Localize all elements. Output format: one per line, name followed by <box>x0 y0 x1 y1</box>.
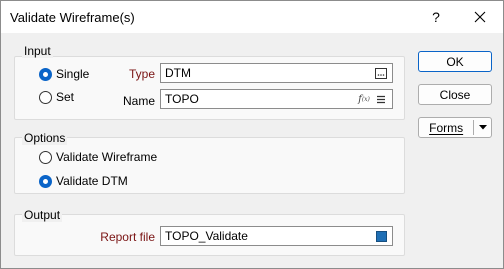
list-icon[interactable] <box>374 93 388 106</box>
chevron-down-icon[interactable] <box>474 125 491 130</box>
ellipsis-icon[interactable] <box>374 67 388 80</box>
set-radio[interactable]: Set <box>39 90 74 104</box>
type-input[interactable]: DTM <box>160 63 393 83</box>
ok-button[interactable]: OK <box>418 51 492 72</box>
name-value: TOPO <box>165 92 199 106</box>
close-icon <box>474 11 486 23</box>
forms-button-label: Forms <box>429 120 464 135</box>
function-icon[interactable]: f (x) <box>357 93 371 106</box>
validate-wireframe-radio-circle[interactable] <box>39 150 52 164</box>
title-bar: Validate Wireframe(s) ? <box>1 1 503 33</box>
close-button[interactable]: Close <box>418 84 492 105</box>
validate-wireframe-label: Validate Wireframe <box>56 150 158 164</box>
type-label: Type <box>128 67 155 81</box>
validate-wireframe-radio[interactable]: Validate Wireframe <box>39 150 157 164</box>
single-radio-label: Single <box>56 67 90 81</box>
help-button[interactable]: ? <box>416 1 456 33</box>
validate-dtm-radio-circle[interactable] <box>39 174 52 188</box>
set-radio-label: Set <box>56 90 75 104</box>
file-square-icon[interactable] <box>374 230 388 243</box>
window-title: Validate Wireframe(s) <box>10 10 135 25</box>
type-value: DTM <box>165 66 191 80</box>
single-radio-circle[interactable] <box>39 67 52 81</box>
set-radio-circle[interactable] <box>39 90 52 104</box>
report-file-input[interactable]: TOPO_Validate <box>160 226 393 246</box>
input-group-label: Input <box>22 44 53 58</box>
close-window-button[interactable] <box>457 1 503 33</box>
single-radio[interactable]: Single <box>39 67 89 81</box>
forms-button[interactable]: Forms <box>418 117 492 138</box>
options-group-label: Options <box>22 131 68 145</box>
dialog-window: Validate Wireframe(s) ? Input Single Set… <box>0 0 504 269</box>
validate-dtm-label: Validate DTM <box>56 174 128 188</box>
name-label: Name <box>122 94 155 108</box>
name-input[interactable]: TOPO f (x) <box>160 89 393 109</box>
output-group-label: Output <box>22 208 63 222</box>
validate-dtm-radio[interactable]: Validate DTM <box>39 174 128 188</box>
report-file-value: TOPO_Validate <box>165 229 248 243</box>
report-file-label: Report file <box>100 230 155 244</box>
